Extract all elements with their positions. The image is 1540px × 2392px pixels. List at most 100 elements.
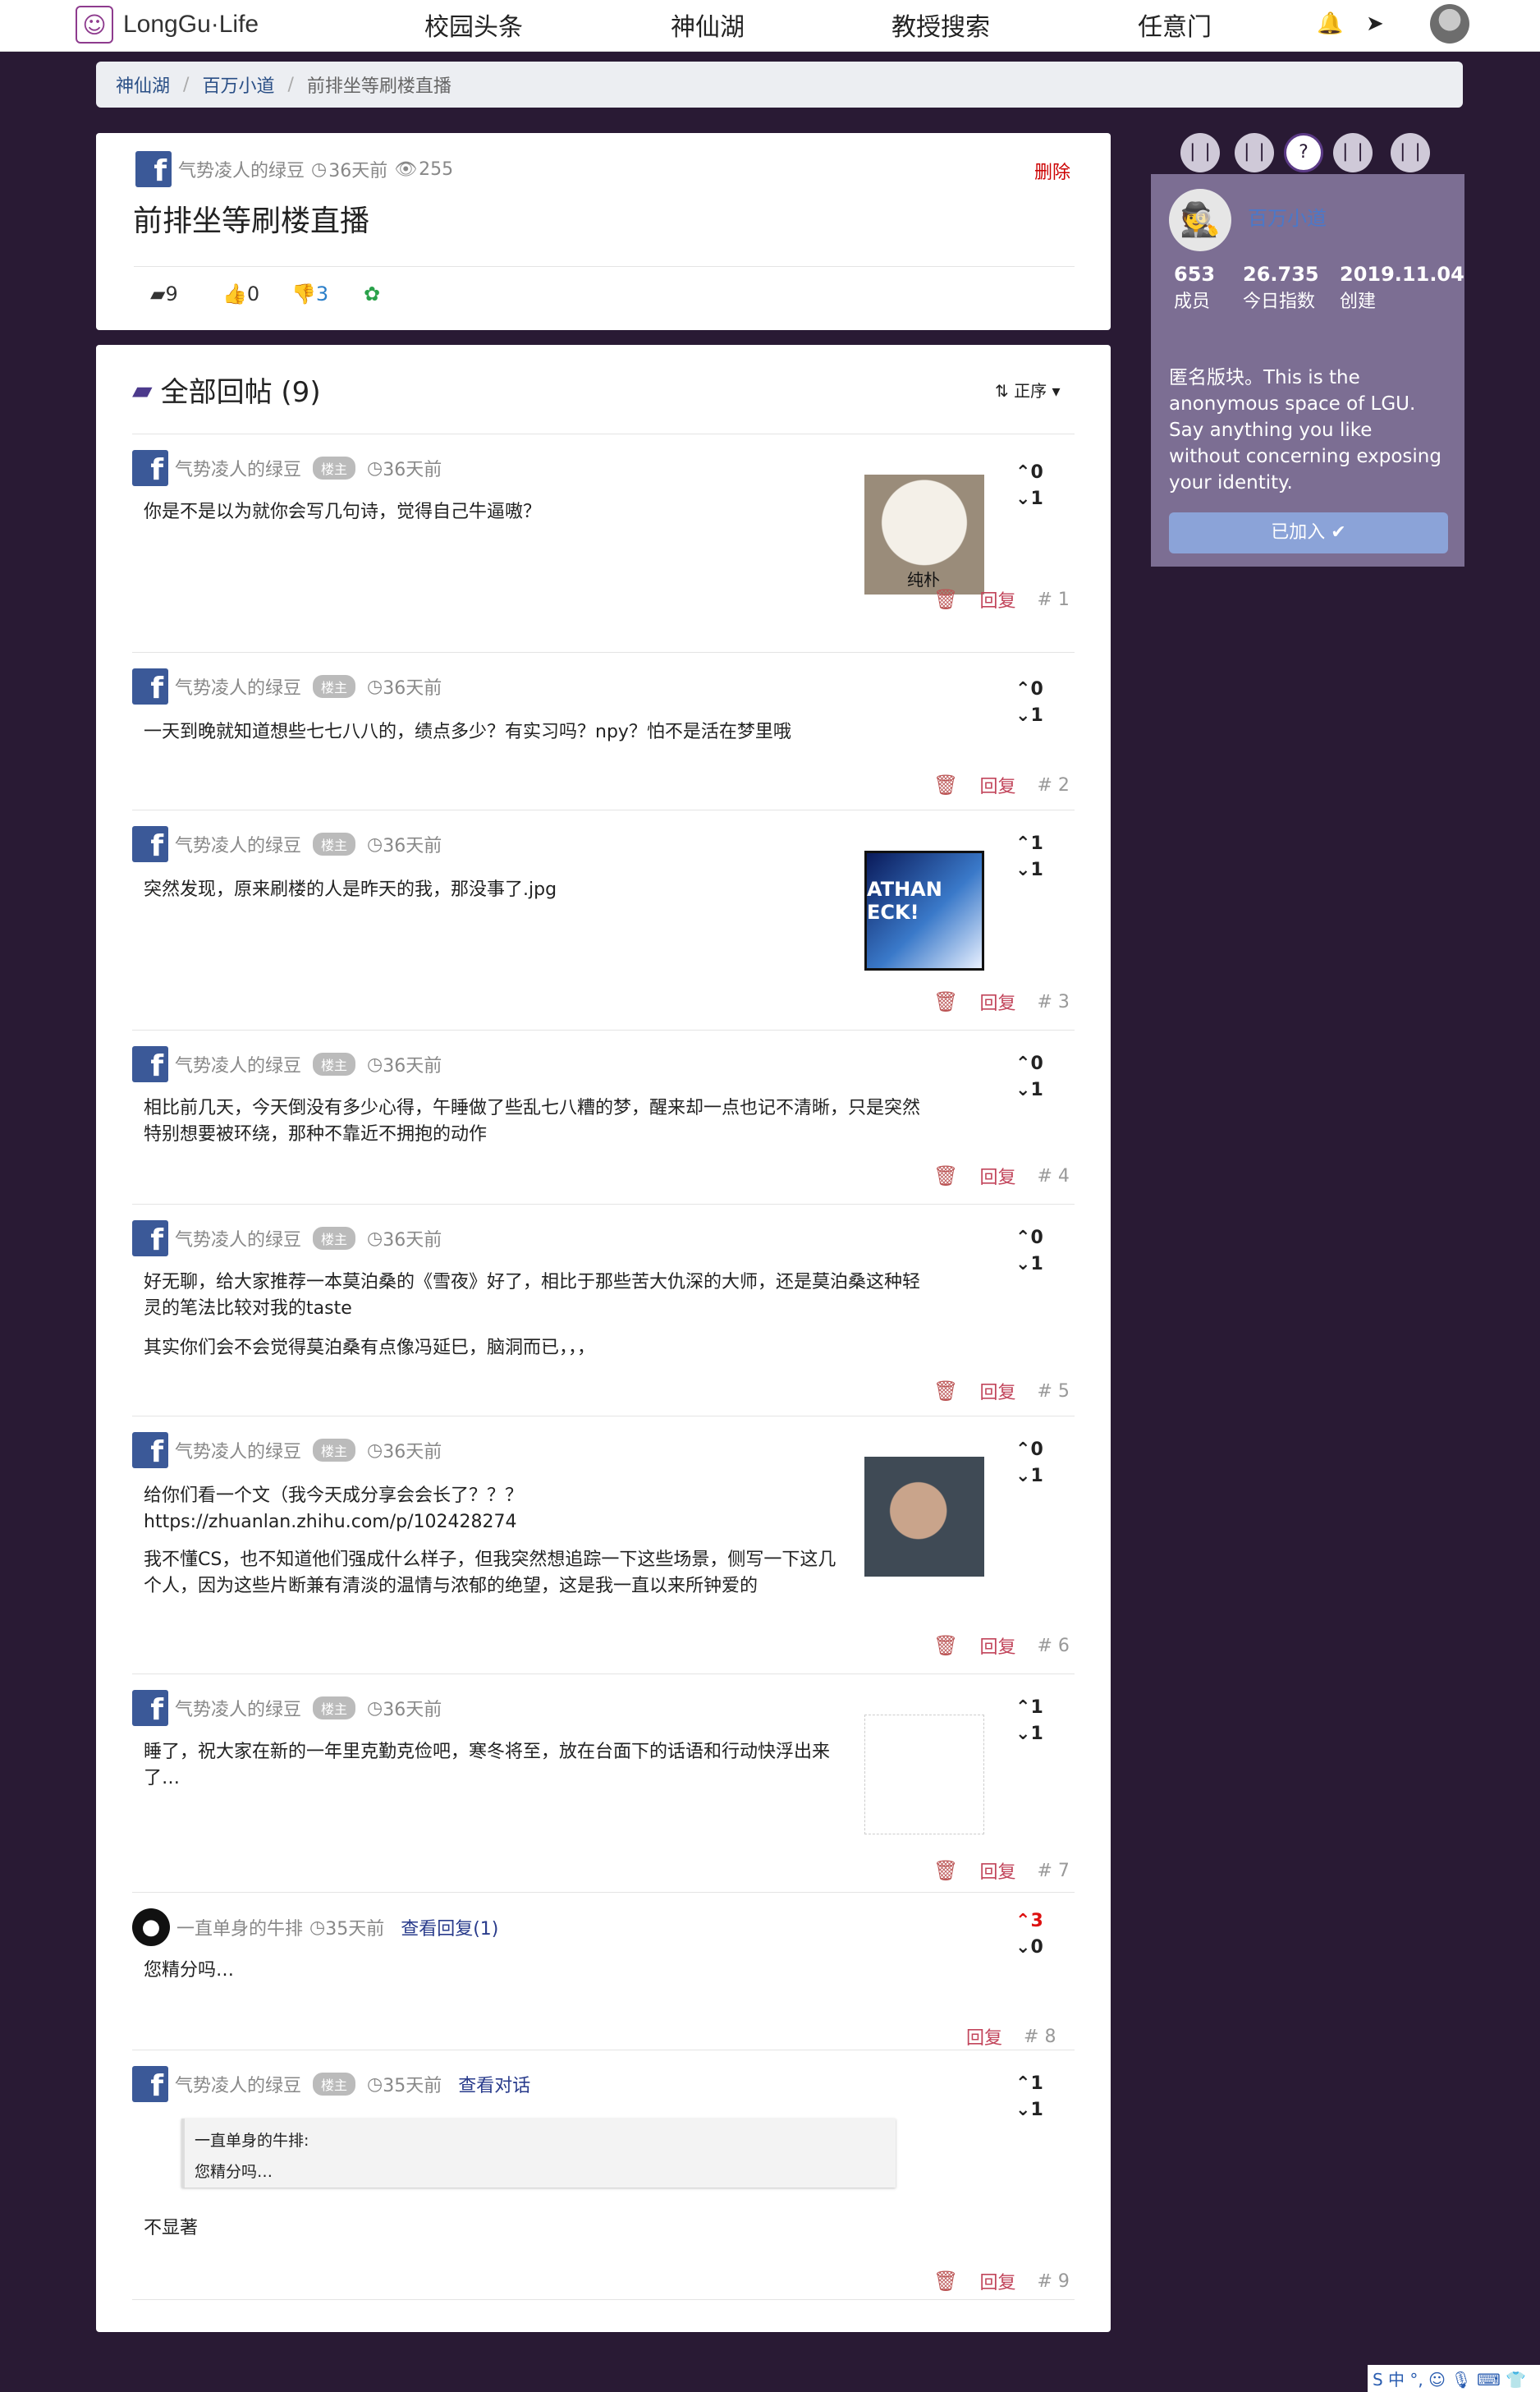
brand[interactable]: ☺ LongGu·Life <box>76 5 259 44</box>
reply-time: 36天前 <box>383 1442 442 1462</box>
board-name[interactable]: 百万小道 <box>1248 202 1327 231</box>
trash-icon[interactable]: 🗑 <box>933 1164 958 1187</box>
floor-number: # 5 <box>1037 1380 1070 1402</box>
clock-icon: ◷ <box>367 1054 383 1075</box>
quoted-reply: 一直单身的牛排: 您精分吗… <box>181 2119 896 2188</box>
reply-button[interactable]: 回复 <box>979 2268 1015 2294</box>
trash-icon[interactable]: 🗑 <box>933 588 958 611</box>
vote-box: ⌃0 ⌄1 <box>1015 1437 1043 1490</box>
breadcrumb-shenxianhu[interactable]: 神仙湖 <box>116 71 170 98</box>
reply-author[interactable]: 气势凌人的绿豆 <box>175 455 301 481</box>
vote-up[interactable]: ⌃1 <box>1015 831 1043 857</box>
vote-up[interactable]: ⌃0 <box>1015 1437 1043 1463</box>
reply-button[interactable]: 回复 <box>979 772 1015 798</box>
reply-image-sheep[interactable]: 纯朴 <box>864 475 984 595</box>
trash-icon[interactable]: 🗑 <box>933 1380 958 1403</box>
delete-post-button[interactable]: 删除 <box>1034 158 1070 184</box>
comment-count-value: 9 <box>165 282 178 305</box>
vote-up[interactable]: ⌃3 <box>1015 1908 1043 1935</box>
view-replies-link[interactable]: 查看回复(1) <box>401 1914 498 1940</box>
facebook-avatar-icon: f <box>132 1432 168 1469</box>
reply-text: 相比前几天，今天倒没有多少心得，午睡做了些乱七八糟的梦，醒来却一点也记不清晰，只… <box>144 1098 921 1145</box>
send-icon[interactable]: ➤ <box>1366 11 1384 36</box>
trash-icon[interactable]: 🗑 <box>933 2270 958 2293</box>
like-button[interactable]: 👍0 <box>222 282 259 305</box>
reply-author[interactable]: 气势凌人的绿豆 <box>175 2071 301 2097</box>
reply-text: 一天到晚就知道想些七七八八的，绩点多少？有实习吗？npy？怕不是活在梦里哦 <box>144 722 791 742</box>
vote-down[interactable]: ⌄1 <box>1015 1251 1043 1278</box>
reply-time: 36天前 <box>383 1230 442 1251</box>
clock-icon: ◷ <box>367 457 383 479</box>
reply-author[interactable]: 气势凌人的绿豆 <box>175 1695 301 1721</box>
board-icon[interactable]: ❘❘ <box>1391 133 1430 172</box>
comment-count[interactable]: ▰9 <box>150 282 178 305</box>
board-icon[interactable]: ❘❘ <box>1180 133 1220 172</box>
joined-button[interactable]: 已加入 ✔ <box>1169 512 1448 553</box>
trash-icon[interactable]: 🗑 <box>933 1634 958 1657</box>
reply-button[interactable]: 回复 <box>966 2023 1002 2050</box>
vote-down[interactable]: ⌄0 <box>1015 1935 1043 1961</box>
vote-down[interactable]: ⌄1 <box>1015 486 1043 512</box>
reply-image-poster[interactable]: ATHAN ECK! <box>864 851 984 971</box>
board-icon[interactable]: ❘❘ <box>1235 133 1274 172</box>
reply-image-document[interactable] <box>864 1715 984 1834</box>
vote-up[interactable]: ⌃1 <box>1015 2071 1043 2097</box>
nav-campus-news[interactable]: 校园头条 <box>424 7 523 43</box>
view-dialog-link[interactable]: 查看对话 <box>458 2071 530 2097</box>
like-count: 0 <box>246 282 260 305</box>
reply-button[interactable]: 回复 <box>979 1632 1015 1659</box>
breadcrumb-board[interactable]: 百万小道 <box>202 71 274 98</box>
ime-status[interactable]: S 中 °, ☺ 🎙 ⌨ 👕 <box>1373 2367 1526 2390</box>
reply-button[interactable]: 回复 <box>979 989 1015 1015</box>
anonymous-avatar-icon: 🕵 <box>1169 189 1231 251</box>
floor-number: # 1 <box>1037 589 1070 610</box>
trash-icon[interactable]: 🗑 <box>933 1859 958 1882</box>
vote-down[interactable]: ⌄1 <box>1015 857 1043 884</box>
vote-up[interactable]: ⌃0 <box>1015 1225 1043 1251</box>
reply-time: 35天前 <box>383 2076 442 2096</box>
reply-item: f 气势凌人的绿豆 楼主 ◷ 36天前 你是不是以为就你会写几句诗，觉得自己牛逼嗷？ 纯… <box>132 450 1076 614</box>
vote-down[interactable]: ⌄1 <box>1015 2097 1043 2123</box>
wechat-share-icon[interactable]: ✿ <box>364 282 380 305</box>
image-caption: ATHAN ECK! <box>867 878 942 924</box>
vote-down[interactable]: ⌄1 <box>1015 1721 1043 1747</box>
floor-number: # 9 <box>1037 2270 1070 2292</box>
reply-author[interactable]: 气势凌人的绿豆 <box>175 1051 301 1077</box>
vote-up[interactable]: ⌃0 <box>1015 460 1043 486</box>
nav-portal[interactable]: 任意门 <box>1138 7 1212 43</box>
board-icon[interactable]: ❘❘ <box>1333 133 1373 172</box>
user-avatar[interactable] <box>1430 4 1469 44</box>
reply-author[interactable]: 一直单身的牛排 <box>176 1914 303 1940</box>
replies-title: 全部回帖 (9) <box>160 376 321 409</box>
vote-box: ⌃0 ⌄1 <box>1015 460 1043 512</box>
reply-button[interactable]: 回复 <box>979 1163 1015 1189</box>
nav-professor-search[interactable]: 教授搜索 <box>891 7 990 43</box>
vote-down[interactable]: ⌄1 <box>1015 1077 1043 1104</box>
reply-image-photo[interactable] <box>864 1457 984 1577</box>
bell-icon[interactable]: 🔔 <box>1317 11 1343 36</box>
trash-icon[interactable]: 🗑 <box>933 774 958 797</box>
nav-shenxianhu[interactable]: 神仙湖 <box>671 7 745 43</box>
reply-time: 36天前 <box>383 1700 442 1720</box>
clock-icon: ◷ <box>367 2073 383 2095</box>
comment-icon: ▰ <box>150 282 166 305</box>
vote-up[interactable]: ⌃0 <box>1015 1051 1043 1077</box>
reply-button[interactable]: 回复 <box>979 1378 1015 1404</box>
vote-up[interactable]: ⌃0 <box>1015 677 1043 703</box>
reply-author[interactable]: 气势凌人的绿豆 <box>175 673 301 700</box>
reply-button[interactable]: 回复 <box>979 1857 1015 1884</box>
vote-box: ⌃1 ⌄1 <box>1015 1695 1043 1747</box>
reply-item: f 气势凌人的绿豆 楼主 ◷ 36天前 给你们看一个文（我今天成分享会会长了？？？htt… <box>132 1432 1076 1670</box>
trash-icon[interactable]: 🗑 <box>933 990 958 1013</box>
reply-author[interactable]: 气势凌人的绿豆 <box>175 831 301 857</box>
post-author[interactable]: 气势凌人的绿豆 <box>178 156 305 182</box>
reply-author[interactable]: 气势凌人的绿豆 <box>175 1437 301 1463</box>
board-icon-active[interactable]: ? <box>1284 133 1323 172</box>
sort-dropdown[interactable]: ⇅ 正序 ▾ <box>995 378 1061 402</box>
vote-down[interactable]: ⌄1 <box>1015 1463 1043 1490</box>
reply-button[interactable]: 回复 <box>979 586 1015 613</box>
vote-up[interactable]: ⌃1 <box>1015 1695 1043 1721</box>
vote-down[interactable]: ⌄1 <box>1015 703 1043 729</box>
reply-author[interactable]: 气势凌人的绿豆 <box>175 1225 301 1251</box>
dislike-button[interactable]: 👎3 <box>291 282 328 305</box>
